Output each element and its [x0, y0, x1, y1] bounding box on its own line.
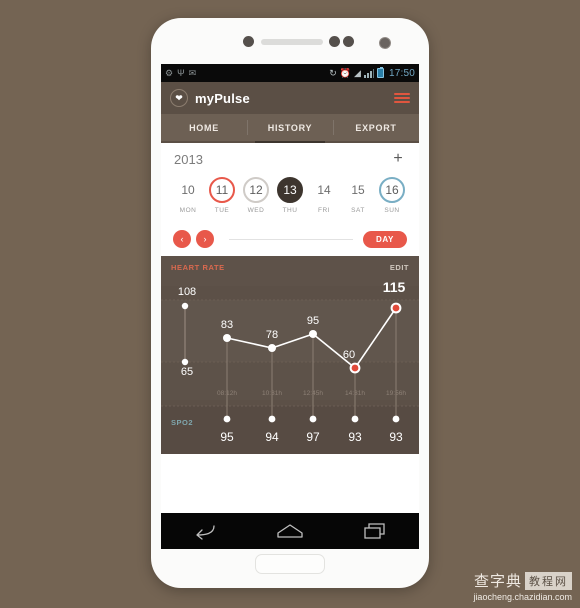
day-weekday-11: TUE [214, 207, 230, 214]
tab-history[interactable]: HISTORY [247, 114, 333, 143]
edit-button[interactable]: EDIT [390, 263, 409, 272]
range-min-label: 65 [180, 366, 194, 378]
light-sensor-icon [329, 36, 340, 47]
day-cell-12[interactable]: 12 WED [239, 177, 273, 214]
status-bar-right-icons: ↻ ⏰ ◢ 17:50 [329, 67, 415, 79]
range-day-button[interactable]: DAY [363, 230, 407, 248]
watermark-cn-box: 教程网 [525, 571, 572, 590]
hamburger-menu-icon[interactable] [394, 93, 410, 103]
day-cell-10[interactable]: 10 MON [171, 177, 205, 214]
chart-title: HEART RATE [171, 262, 225, 272]
back-arrow-icon[interactable] [191, 522, 217, 540]
app-bar: ❤ myPulse [161, 82, 419, 114]
day-number-10[interactable]: 10 [175, 177, 201, 203]
sync-icon: ↻ [329, 67, 337, 78]
usb-debug-icon: ⚙ [165, 67, 174, 78]
tab-home[interactable]: HOME [161, 114, 247, 141]
day-cell-15[interactable]: 15 SAT [341, 177, 375, 214]
control-divider [229, 238, 354, 240]
status-bar: ⚙ Ψ ✉ ↻ ⏰ ◢ 17:50 [161, 64, 419, 82]
day-weekday-16: SUN [384, 207, 400, 214]
watermark-cn-text: 查字典 [473, 572, 522, 590]
day-number-13[interactable]: 13 [277, 177, 303, 203]
spo2-value-2: 97 [306, 430, 320, 444]
watermark-logo-row: 查字典 教程网 [473, 570, 572, 591]
watermark: 查字典 教程网 jiaocheng.chazidian.com [473, 570, 572, 602]
tick-label-0: 08:12h [217, 390, 237, 397]
tick-label-1: 10:31h [262, 390, 282, 397]
spo2-row: SPO2 95 94 97 93 93 [161, 408, 419, 454]
day-weekday-10: MON [179, 207, 197, 214]
day-number-15[interactable]: 15 [345, 177, 371, 203]
day-selector-strip: 10 MON 11 TUE 12 WED 13 THU 14 FRI 15 SA… [161, 175, 419, 222]
android-navigation-bar [161, 513, 419, 549]
alarm-icon: ⏰ [339, 67, 352, 78]
phone-screen: ⚙ Ψ ✉ ↻ ⏰ ◢ 17:50 ❤ myPulse HOME HISTORY… [161, 64, 419, 549]
day-weekday-12: WED [247, 207, 265, 214]
phone-top-bezel [151, 18, 429, 62]
point-label-3: 60 [342, 349, 356, 361]
heart-rate-chart-card: HEART RATE EDIT 108 65 83 78 95 60 115 0… [161, 256, 419, 454]
chevron-left-icon[interactable]: ‹ [173, 230, 191, 248]
point-label-1: 78 [265, 329, 279, 341]
signal-icon [363, 68, 374, 78]
home-hardware-button[interactable] [255, 554, 325, 574]
tab-bar: HOME HISTORY EXPORT [161, 114, 419, 143]
status-bar-left-icons: ⚙ Ψ ✉ [165, 67, 197, 78]
spo2-value-3: 93 [348, 430, 362, 444]
day-cell-14[interactable]: 14 FRI [307, 177, 341, 214]
earpiece-speaker [261, 39, 323, 45]
add-button[interactable]: + [390, 151, 406, 167]
usb-icon: Ψ [177, 67, 185, 78]
app-title: myPulse [195, 90, 250, 106]
phone-frame: ⚙ Ψ ✉ ↻ ⏰ ◢ 17:50 ❤ myPulse HOME HISTORY… [151, 18, 429, 588]
wifi-icon: ◢ [354, 67, 361, 78]
tick-label-4: 19:56h [386, 390, 406, 397]
day-number-16[interactable]: 16 [379, 177, 405, 203]
watermark-url: jiaocheng.chazidian.com [473, 592, 572, 602]
heart-icon: ❤ [170, 89, 188, 107]
navigation-control-row: ‹ › DAY [161, 222, 419, 256]
range-max-label: 108 [177, 286, 197, 298]
point-label-2: 95 [306, 315, 320, 327]
front-camera-icon [379, 37, 391, 49]
day-weekday-13: THU [282, 207, 298, 214]
point-label-0: 83 [220, 319, 234, 331]
battery-icon [376, 67, 384, 78]
status-bar-clock: 17:50 [388, 67, 415, 79]
gmail-icon: ✉ [188, 67, 197, 78]
spo2-value-0: 95 [220, 430, 234, 444]
day-number-14[interactable]: 14 [311, 177, 337, 203]
day-number-12[interactable]: 12 [243, 177, 269, 203]
day-number-11[interactable]: 11 [209, 177, 235, 203]
day-weekday-14: FRI [318, 207, 330, 214]
chart-header: HEART RATE EDIT [161, 256, 419, 278]
proximity-sensor-icon [243, 36, 254, 47]
day-cell-11[interactable]: 11 TUE [205, 177, 239, 214]
recent-apps-icon[interactable] [363, 522, 389, 540]
point-label-4: 115 [382, 279, 406, 295]
tab-export[interactable]: EXPORT [333, 114, 419, 141]
spo2-value-4: 93 [389, 430, 403, 444]
day-cell-13[interactable]: 13 THU [273, 177, 307, 214]
spo2-label: SPO2 [171, 418, 194, 427]
year-label: 2013 [174, 151, 203, 167]
tick-label-2: 12:45h [303, 390, 323, 397]
year-row: 2013 + [161, 143, 419, 175]
led-indicator-icon [343, 36, 354, 47]
spo2-value-1: 94 [265, 430, 279, 444]
chevron-right-icon[interactable]: › [196, 230, 214, 248]
home-icon[interactable] [276, 522, 304, 540]
day-cell-16[interactable]: 16 SUN [375, 177, 409, 214]
tick-label-3: 14:31h [345, 390, 365, 397]
day-weekday-15: SAT [351, 207, 365, 214]
